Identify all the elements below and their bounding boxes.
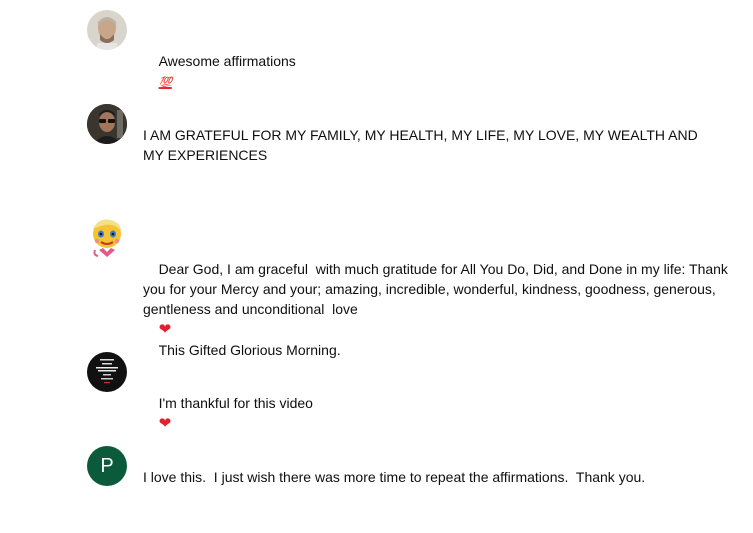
comment-body: I'm thankful for this video — [158, 395, 313, 411]
avatar-letter: P — [100, 454, 114, 477]
avatar-photo-icon — [87, 10, 127, 50]
user-avatar[interactable] — [87, 217, 127, 257]
comment-body: Dear God, I am graceful with much gratit… — [143, 261, 732, 317]
user-avatar[interactable] — [87, 104, 127, 144]
comment-text: I'm thankful for this video ❤ — [143, 373, 313, 454]
red-heart-icon: ❤ — [158, 321, 172, 338]
comment: I AM GRATEFUL FOR MY FAMILY, MY HEALTH, … — [87, 104, 747, 174]
comment-text: I love this. I just wish there was more … — [143, 469, 646, 485]
comment: P I love this. I just wish there was mor… — [87, 446, 747, 496]
user-avatar[interactable] — [87, 352, 127, 392]
comment: I'm thankful for this video ❤ — [87, 352, 747, 432]
comment: Awesome affirmations 💯 — [87, 10, 747, 89]
comment-text: I AM GRATEFUL FOR MY FAMILY, MY HEALTH, … — [143, 127, 702, 163]
user-avatar[interactable] — [87, 10, 127, 50]
comment: Dear God, I am graceful with much gratit… — [87, 217, 747, 358]
comment-text: Awesome affirmations 💯 — [143, 31, 296, 113]
comment-body: Awesome affirmations — [158, 53, 296, 69]
user-avatar[interactable]: P — [87, 446, 127, 486]
hundred-points-icon: 💯 — [158, 77, 173, 89]
avatar-photo-icon — [87, 104, 127, 144]
avatar-poster-icon — [87, 352, 127, 392]
emoji-face-icon — [93, 219, 121, 257]
red-heart-icon: ❤ — [158, 415, 172, 432]
